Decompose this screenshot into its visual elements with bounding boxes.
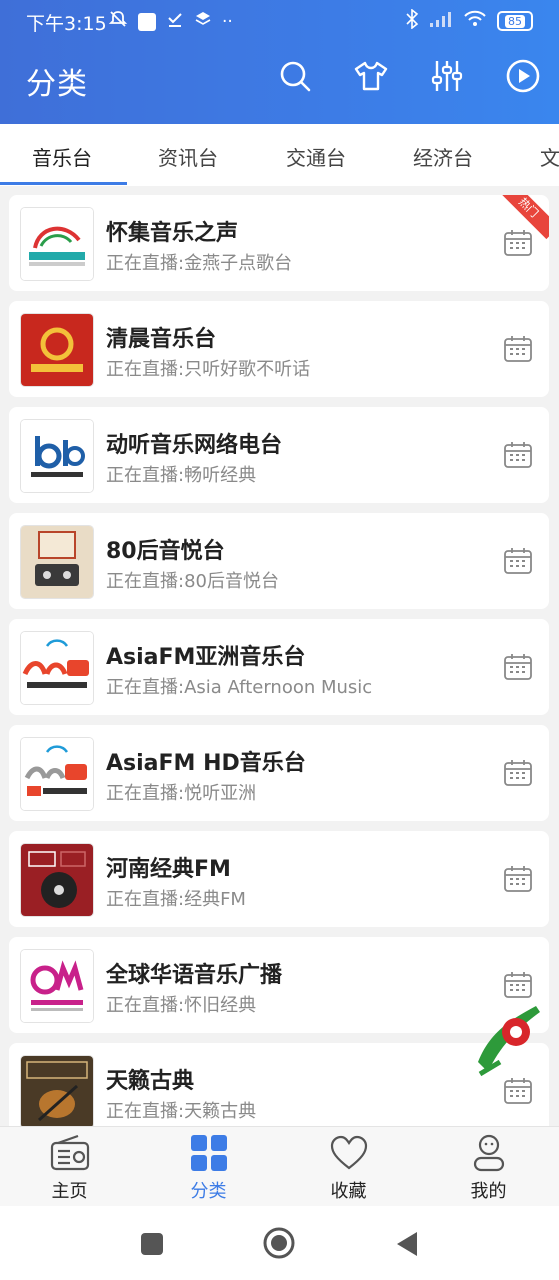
equalizer-icon[interactable] — [429, 58, 465, 94]
station-card[interactable]: AsiaFM亚洲音乐台 正在直播:Asia Afternoon Music — [9, 619, 549, 715]
station-logo — [21, 1056, 93, 1126]
tab-economy[interactable]: 经济台 — [413, 142, 473, 171]
theme-shirt-icon[interactable] — [353, 58, 389, 94]
signal-icon — [429, 10, 453, 32]
schedule-calendar-icon[interactable] — [503, 1077, 533, 1105]
notification-square-icon — [138, 13, 156, 31]
schedule-calendar-icon[interactable] — [503, 865, 533, 893]
station-name: 80后音悦台 — [106, 539, 225, 564]
station-logo — [21, 844, 93, 916]
schedule-calendar-icon[interactable] — [503, 335, 533, 363]
mute-bell-icon — [108, 9, 128, 35]
station-card[interactable]: AsiaFM HD音乐台 正在直播:悦听亚洲 — [9, 725, 549, 821]
station-name: 动听音乐网络电台 — [106, 433, 283, 458]
station-name: AsiaFM HD音乐台 — [106, 751, 306, 776]
heart-icon — [329, 1133, 369, 1173]
station-logo — [21, 632, 93, 704]
schedule-calendar-icon[interactable] — [503, 441, 533, 469]
now-playing: 正在直播:只听好歌不听话 — [106, 359, 311, 380]
station-card[interactable]: 怀集音乐之声 正在直播:金燕子点歌台 热门 — [9, 195, 549, 291]
play-circle-icon[interactable] — [505, 58, 541, 94]
bottom-navigation: 主页 分类 收藏 我的 — [0, 1126, 559, 1206]
station-card[interactable]: 天籁古典 正在直播:天籁古典 — [9, 1043, 549, 1126]
station-logo — [21, 314, 93, 386]
bluetooth-icon — [405, 8, 419, 33]
schedule-calendar-icon[interactable] — [503, 971, 533, 999]
station-name: 怀集音乐之声 — [106, 221, 239, 246]
station-card[interactable]: 河南经典FM 正在直播:经典FM — [9, 831, 549, 927]
now-playing: 正在直播:怀旧经典 — [106, 995, 257, 1016]
station-name: 天籁古典 — [106, 1069, 195, 1094]
now-playing: 正在直播:天籁古典 — [106, 1101, 257, 1122]
schedule-calendar-icon[interactable] — [503, 229, 533, 257]
nav-label: 分类 — [190, 1181, 227, 1202]
station-card[interactable]: 动听音乐网络电台 正在直播:畅听经典 — [9, 407, 549, 503]
battery-level: 85 — [505, 14, 525, 28]
station-card[interactable]: 80后音悦台 正在直播:80后音悦台 — [9, 513, 549, 609]
tab-culture[interactable]: 文 — [540, 142, 559, 171]
active-tab-indicator — [0, 182, 127, 185]
nav-favorites[interactable]: 收藏 — [279, 1127, 418, 1207]
station-list[interactable]: 怀集音乐之声 正在直播:金燕子点歌台 热门 清晨音乐台 正在直播:只听好歌不听话… — [0, 186, 559, 1126]
floating-promo-logo[interactable] — [470, 1002, 542, 1080]
wifi-icon — [463, 10, 487, 32]
tab-music[interactable]: 音乐台 — [32, 142, 92, 171]
search-icon[interactable] — [277, 58, 313, 94]
layers-icon — [194, 10, 212, 34]
now-playing: 正在直播:金燕子点歌台 — [106, 253, 293, 274]
station-card[interactable]: 全球华语音乐广播 正在直播:怀旧经典 — [9, 937, 549, 1033]
more-dots-icon: ·· — [222, 12, 233, 32]
tab-traffic[interactable]: 交通台 — [286, 142, 346, 171]
recent-apps-square-icon[interactable] — [140, 1232, 164, 1260]
nav-label: 主页 — [51, 1181, 88, 1202]
schedule-calendar-icon[interactable] — [503, 547, 533, 575]
now-playing: 正在直播:80后音悦台 — [106, 571, 279, 592]
station-logo — [21, 420, 93, 492]
nav-label: 我的 — [470, 1181, 507, 1202]
schedule-calendar-icon[interactable] — [503, 759, 533, 787]
category-tabs: 音乐台 资讯台 交通台 经济台 文 — [0, 124, 559, 186]
tab-news[interactable]: 资讯台 — [158, 142, 218, 171]
station-name: AsiaFM亚洲音乐台 — [106, 645, 306, 670]
app-header: 下午3:15 ·· 85 分类 — [0, 0, 559, 124]
download-check-icon — [166, 10, 184, 34]
now-playing: 正在直播:悦听亚洲 — [106, 783, 257, 804]
nav-profile[interactable]: 我的 — [419, 1127, 558, 1207]
page-title: 分类 — [26, 67, 88, 102]
now-playing: 正在直播:经典FM — [106, 889, 246, 910]
battery-icon: 85 — [497, 11, 533, 31]
radio-icon — [50, 1133, 90, 1173]
station-name: 全球华语音乐广播 — [106, 963, 283, 988]
nav-home[interactable]: 主页 — [0, 1127, 139, 1207]
station-card[interactable]: 清晨音乐台 正在直播:只听好歌不听话 — [9, 301, 549, 397]
status-time: 下午3:15 — [26, 13, 107, 35]
station-logo — [21, 526, 93, 598]
nav-label: 收藏 — [330, 1181, 367, 1202]
station-name: 清晨音乐台 — [106, 327, 217, 352]
now-playing: 正在直播:Asia Afternoon Music — [106, 677, 373, 698]
nav-category[interactable]: 分类 — [139, 1127, 278, 1207]
station-logo — [21, 950, 93, 1022]
now-playing: 正在直播:畅听经典 — [106, 465, 257, 486]
back-triangle-icon[interactable] — [395, 1230, 419, 1262]
home-circle-icon[interactable] — [263, 1227, 295, 1263]
status-bar: 下午3:15 ·· 85 — [0, 0, 559, 42]
user-icon — [469, 1133, 509, 1173]
station-name: 河南经典FM — [106, 857, 231, 882]
station-logo — [21, 208, 93, 280]
grid-icon — [189, 1133, 229, 1173]
station-logo — [21, 738, 93, 810]
system-navigation-bar — [0, 1206, 559, 1280]
schedule-calendar-icon[interactable] — [503, 653, 533, 681]
